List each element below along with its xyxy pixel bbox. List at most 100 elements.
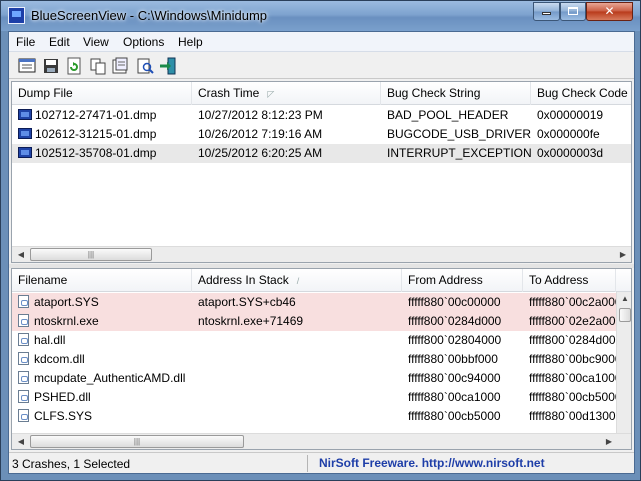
dump-file-name: 102512-35708-01.dmp (35, 146, 157, 160)
module-row[interactable]: kdcom.dll fffff880`00bbf000 fffff880`00b… (12, 350, 631, 369)
app-icon (8, 7, 25, 24)
properties-button[interactable] (17, 56, 37, 76)
module-list[interactable]: Filename Address In Stack / From Address … (11, 268, 632, 450)
col-address-in-stack[interactable]: Address In Stack / (192, 269, 402, 292)
module-name: ataport.SYS (34, 295, 99, 309)
address-in-stack-cell (192, 369, 402, 388)
from-address-cell: fffff800`02804000 (408, 333, 502, 347)
to-address-cell: fffff880`00c2a000 (529, 295, 616, 309)
filename-cell: ataport.SYS (12, 293, 192, 312)
scroll-thumb[interactable]: ||| (30, 435, 244, 448)
filename-cell: hal.dll (12, 331, 192, 350)
bug-check-code-cell: 0x00000019 (537, 108, 604, 122)
exit-icon (160, 57, 176, 75)
col-crash-time[interactable]: Crash Time ◸ (192, 82, 381, 105)
from-address-cell: fffff880`00bbf000 (408, 352, 498, 366)
status-divider (307, 455, 308, 472)
copy-button[interactable] (88, 56, 108, 76)
menu-file[interactable]: File (16, 34, 35, 50)
module-row-highlighted[interactable]: ntoskrnl.exe ntoskrnl.exe+71469 fffff800… (12, 312, 631, 331)
title-bar[interactable]: BlueScreenView - C:\Windows\Minidump ✕ (1, 1, 640, 31)
to-address-cell: fffff880`00bc9000 (529, 352, 616, 366)
sort-icon: / (296, 276, 300, 286)
to-address-cell: fffff800`02e2a000 (529, 314, 616, 328)
driver-file-icon (18, 333, 29, 347)
menu-options[interactable]: Options (123, 34, 164, 50)
minimize-button[interactable] (533, 2, 560, 21)
driver-file-icon (18, 390, 29, 404)
html-report-button[interactable] (110, 56, 130, 76)
scroll-right-icon[interactable]: ▶ (602, 436, 616, 448)
module-list-hscrollbar[interactable]: ◀ ||| ▶ (12, 433, 631, 449)
dump-file-list[interactable]: Dump File Crash Time ◸ Bug Check String B… (11, 81, 632, 263)
crash-time-cell: 10/26/2012 7:19:16 AM (198, 127, 323, 141)
driver-file-icon (18, 295, 29, 309)
col-from-address[interactable]: From Address (402, 269, 523, 292)
crash-time-cell: 10/27/2012 8:12:23 PM (198, 108, 323, 122)
main-window: BlueScreenView - C:\Windows\Minidump ✕ F… (0, 0, 641, 481)
dump-file-cell: 102612-31215-01.dmp (12, 125, 192, 144)
scroll-up-icon[interactable]: ▲ (618, 293, 631, 305)
scroll-left-icon[interactable]: ◀ (14, 249, 28, 261)
menu-view[interactable]: View (83, 34, 109, 50)
scroll-thumb[interactable]: ||| (30, 248, 152, 261)
client-area: File Edit View Options Help Dump File Cr… (8, 31, 635, 474)
col-to-address[interactable]: To Address (523, 269, 616, 292)
dump-file-name: 102612-31215-01.dmp (35, 127, 157, 141)
driver-file-icon (18, 409, 29, 423)
scroll-right-icon[interactable]: ▶ (616, 249, 630, 261)
module-row[interactable]: PSHED.dll fffff880`00ca1000 fffff880`00c… (12, 388, 631, 407)
col-dump-file[interactable]: Dump File (12, 82, 192, 105)
scroll-thumb[interactable] (619, 308, 631, 322)
from-address-cell: fffff880`00c00000 (408, 295, 501, 309)
save-button[interactable] (41, 56, 61, 76)
nirsoft-link[interactable]: NirSoft Freeware. http://www.nirsoft.net (319, 456, 545, 470)
address-in-stack-cell: ntoskrnl.exe+71469 (198, 314, 304, 328)
address-in-stack-cell (192, 331, 402, 350)
address-in-stack-cell (192, 350, 402, 369)
col-filename[interactable]: Filename (12, 269, 192, 292)
menu-bar: File Edit View Options Help (9, 32, 634, 52)
crash-count-status: 3 Crashes, 1 Selected (12, 457, 131, 471)
menu-edit[interactable]: Edit (49, 34, 70, 50)
module-row-highlighted[interactable]: ataport.SYS ataport.SYS+cb46 fffff880`00… (12, 293, 631, 312)
exit-button[interactable] (158, 56, 178, 76)
module-name: kdcom.dll (34, 352, 85, 366)
copy-icon (90, 58, 106, 75)
col-bug-check-code[interactable]: Bug Check Code (531, 82, 631, 105)
address-in-stack-cell (192, 388, 402, 407)
minimize-icon (542, 12, 551, 15)
bug-check-string-cell: BUGCODE_USB_DRIVER (387, 127, 531, 141)
maximize-icon (568, 7, 578, 15)
filename-cell: kdcom.dll (12, 350, 192, 369)
module-row[interactable]: mcupdate_AuthenticAMD.dll fffff880`00c94… (12, 369, 631, 388)
menu-help[interactable]: Help (178, 34, 203, 50)
find-icon (137, 58, 154, 74)
sort-descending-icon: ◸ (267, 89, 275, 99)
maximize-button[interactable] (560, 2, 586, 21)
minidump-icon (18, 109, 32, 121)
properties-icon (18, 58, 36, 73)
save-icon (44, 59, 58, 73)
col-bug-check-string[interactable]: Bug Check String (381, 82, 531, 105)
driver-file-icon (18, 352, 29, 366)
module-row[interactable]: hal.dll fffff800`02804000 fffff800`0284d… (12, 331, 631, 350)
module-row[interactable]: CLFS.SYS fffff880`00cb5000 fffff880`00d1… (12, 407, 631, 426)
module-list-vscrollbar[interactable]: ▲ (616, 292, 631, 433)
dump-list-hscrollbar[interactable]: ◀ ||| ▶ (12, 246, 631, 262)
minidump-icon (18, 147, 32, 159)
bug-check-code-cell: 0x000000fe (537, 127, 600, 141)
dump-row[interactable]: 102712-27471-01.dmp 10/27/2012 8:12:23 P… (12, 106, 631, 125)
dump-file-name: 102712-27471-01.dmp (35, 108, 157, 122)
html-report-icon (112, 57, 128, 74)
filename-cell: PSHED.dll (12, 388, 192, 407)
driver-file-icon (18, 371, 29, 385)
dump-file-cell: 102512-35708-01.dmp (12, 144, 192, 163)
dump-row-selected[interactable]: 102512-35708-01.dmp 10/25/2012 6:20:25 A… (12, 144, 631, 163)
find-button[interactable] (135, 56, 155, 76)
dump-row[interactable]: 102612-31215-01.dmp 10/26/2012 7:19:16 A… (12, 125, 631, 144)
scroll-left-icon[interactable]: ◀ (14, 436, 28, 448)
to-address-cell: fffff880`00d13000 (529, 409, 616, 423)
refresh-button[interactable] (64, 56, 84, 76)
close-button[interactable]: ✕ (586, 2, 633, 21)
